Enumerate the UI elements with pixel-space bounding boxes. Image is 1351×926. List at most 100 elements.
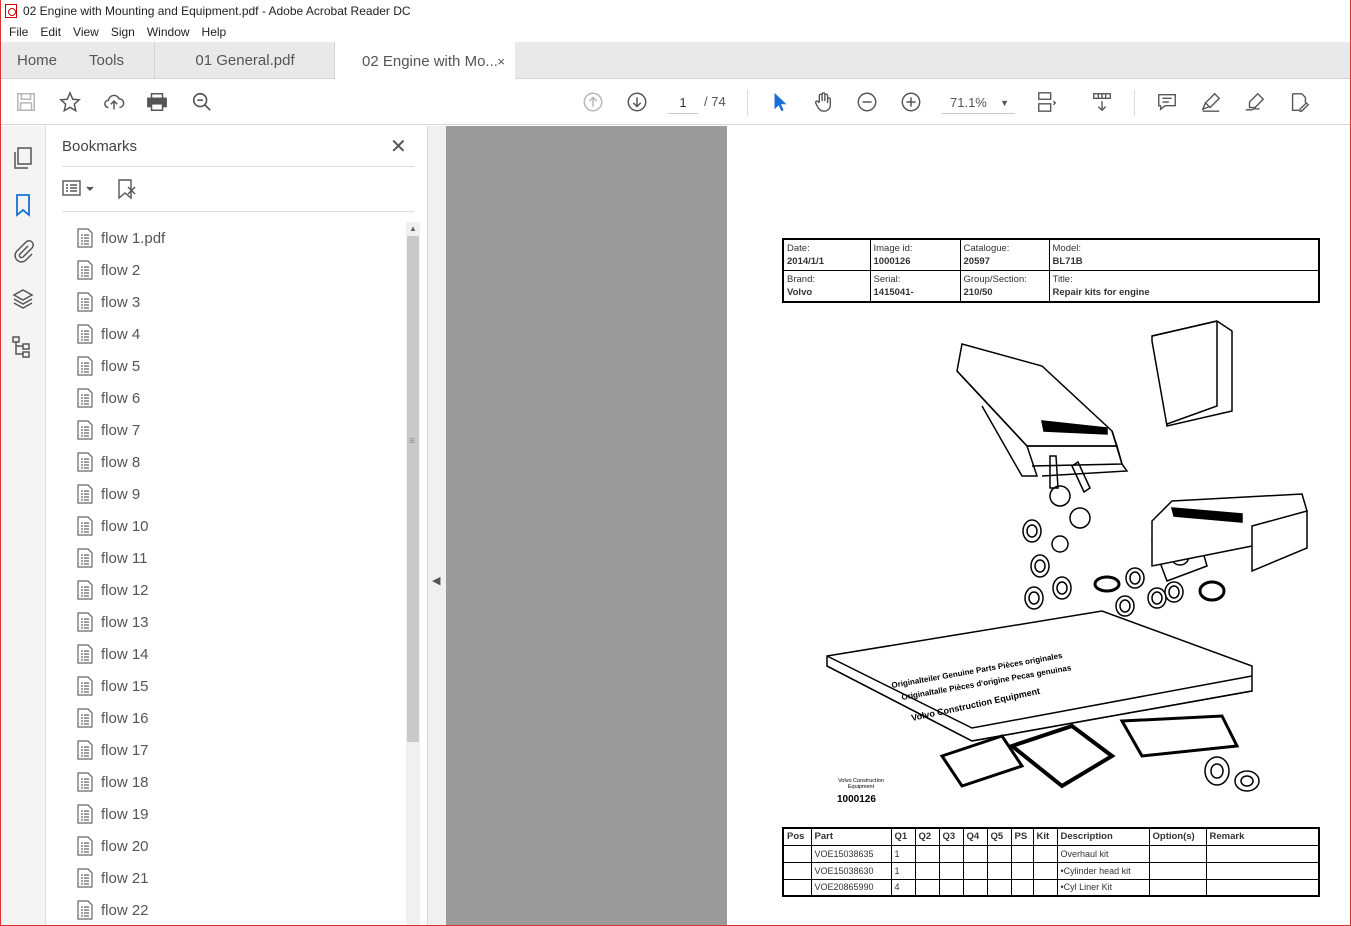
- bookmark-item[interactable]: flow 7: [76, 414, 396, 446]
- tab-document-general[interactable]: 01 General.pdf: [155, 42, 335, 79]
- bookmark-label: flow 4: [101, 325, 141, 343]
- bookmark-icon[interactable]: [11, 193, 35, 217]
- parts-table: Pos Part Q1 Q2 Q3 Q4 Q5 PS Kit Description Option(…: [782, 827, 1320, 897]
- bookmarks-list: flow 1.pdf flow 2 flow 3 flow 4 flow 5 flow 6…: [76, 222, 396, 925]
- parts-cell-empty: [962, 878, 988, 897]
- group-value: 210/50: [963, 287, 993, 298]
- zoom-in-icon[interactable]: [899, 90, 923, 114]
- page-thumbnails-icon[interactable]: [11, 146, 35, 170]
- divider: [62, 211, 414, 212]
- bookmark-label: flow 6: [101, 389, 141, 407]
- menu-window[interactable]: Window: [141, 25, 196, 39]
- menu-help[interactable]: Help: [196, 25, 233, 39]
- parts-cell-empty: [914, 844, 940, 863]
- parts-cell-desc: •Cyl Liner Kit: [1056, 878, 1150, 897]
- toolbar-divider: [747, 90, 748, 116]
- chevron-left-icon[interactable]: ◀: [432, 574, 440, 587]
- upload-cloud-icon[interactable]: [102, 90, 126, 114]
- parts-column-header: Description: [1056, 827, 1150, 846]
- add-bookmark-icon[interactable]: [116, 178, 138, 200]
- parts-cell-empty: [986, 878, 1012, 897]
- parts-column-header: Kit: [1032, 827, 1058, 846]
- edit-document-icon[interactable]: [1287, 90, 1311, 114]
- menu-sign[interactable]: Sign: [105, 25, 141, 39]
- bookmark-item[interactable]: flow 20: [76, 830, 396, 862]
- comment-icon[interactable]: [1155, 90, 1179, 114]
- parts-column-header: Q4: [962, 827, 988, 846]
- parts-cell-empty: [1032, 878, 1058, 897]
- parts-cell-empty: [962, 844, 988, 863]
- bookmark-page-icon: [77, 612, 93, 632]
- bookmark-item[interactable]: flow 14: [76, 638, 396, 670]
- page-number-input[interactable]: 1: [668, 92, 698, 114]
- bookmark-item[interactable]: flow 1.pdf: [76, 222, 396, 254]
- scroll-mode-icon[interactable]: [1090, 90, 1114, 114]
- page-up-icon[interactable]: [581, 90, 605, 114]
- scroll-up-arrow-icon[interactable]: ▲: [409, 224, 417, 233]
- bookmark-item[interactable]: flow 8: [76, 446, 396, 478]
- bookmarks-scrollbar[interactable]: ▲: [406, 222, 420, 925]
- page-down-icon[interactable]: [625, 90, 649, 114]
- bookmark-item[interactable]: flow 13: [76, 606, 396, 638]
- bookmark-item[interactable]: flow 21: [76, 862, 396, 894]
- bookmark-item[interactable]: flow 11: [76, 542, 396, 574]
- parts-cell-part: VOE20865990: [810, 878, 892, 897]
- bookmark-item[interactable]: flow 3: [76, 286, 396, 318]
- menu-file[interactable]: File: [1, 25, 34, 39]
- bookmark-page-icon: [77, 292, 93, 312]
- bookmark-label: flow 7: [101, 421, 141, 439]
- bookmark-item[interactable]: flow 16: [76, 702, 396, 734]
- bookmarks-toolbar: [62, 176, 138, 202]
- group-label: Group/Section:: [963, 274, 1027, 285]
- zoom-search-icon[interactable]: [190, 90, 214, 114]
- bookmark-page-icon: [77, 484, 93, 504]
- parts-cell-empty: [938, 878, 964, 897]
- menu-view[interactable]: View: [67, 25, 105, 39]
- bookmark-item[interactable]: flow 5: [76, 350, 396, 382]
- resize-grip-icon[interactable]: ≡: [409, 436, 415, 447]
- save-icon[interactable]: [14, 90, 38, 114]
- zoom-level-select[interactable]: 71.1% ▼: [941, 92, 1015, 114]
- zoom-out-icon[interactable]: [855, 90, 879, 114]
- tab-tools[interactable]: Tools: [89, 42, 124, 79]
- bookmark-item[interactable]: flow 18: [76, 766, 396, 798]
- tab-close-icon[interactable]: ×: [497, 54, 505, 69]
- tags-tree-icon[interactable]: [11, 335, 35, 359]
- close-icon[interactable]: ✕: [390, 134, 407, 159]
- fit-page-icon[interactable]: [1035, 90, 1059, 114]
- print-icon[interactable]: [145, 90, 169, 114]
- image-id-value: 1000126: [873, 256, 911, 267]
- page-total: / 74: [704, 94, 726, 109]
- catalogue-header-table: Date: 2014/1/1 Image id: 1000126 Catalogue…: [782, 238, 1320, 303]
- menu-edit[interactable]: Edit: [34, 25, 67, 39]
- layers-icon[interactable]: [11, 287, 35, 311]
- bookmark-item[interactable]: flow 2: [76, 254, 396, 286]
- parts-column-header: Option(s): [1148, 827, 1207, 846]
- bookmark-item[interactable]: flow 19: [76, 798, 396, 830]
- bookmark-item[interactable]: flow 4: [76, 318, 396, 350]
- parts-column-header: PS: [1010, 827, 1034, 846]
- bookmark-item[interactable]: flow 22: [76, 894, 396, 925]
- bookmark-page-icon: [77, 740, 93, 760]
- select-cursor-icon[interactable]: [768, 90, 792, 114]
- divider: [62, 166, 414, 167]
- bookmark-label: flow 17: [101, 741, 149, 759]
- tab-home[interactable]: Home: [17, 42, 57, 79]
- star-icon[interactable]: [58, 90, 82, 114]
- tab-document-engine[interactable]: 02 Engine with Mo... ×: [335, 42, 515, 80]
- scrollbar-thumb[interactable]: [407, 236, 419, 742]
- highlight-pen-icon[interactable]: [1199, 90, 1223, 114]
- attachment-icon[interactable]: [11, 239, 35, 263]
- sign-pen-icon[interactable]: [1243, 90, 1267, 114]
- chevron-down-icon: ▼: [1000, 98, 1009, 108]
- bookmark-item[interactable]: flow 10: [76, 510, 396, 542]
- bookmark-item[interactable]: flow 9: [76, 478, 396, 510]
- bookmark-item[interactable]: flow 15: [76, 670, 396, 702]
- bookmark-item[interactable]: flow 17: [76, 734, 396, 766]
- panel-collapse-handle[interactable]: ◀: [428, 126, 446, 925]
- bookmark-item[interactable]: flow 6: [76, 382, 396, 414]
- hand-tool-icon[interactable]: [811, 90, 835, 114]
- bookmark-item[interactable]: flow 12: [76, 574, 396, 606]
- bookmark-options-icon[interactable]: [62, 178, 96, 200]
- bookmarks-panel: Bookmarks ✕ flow 1.pdf flow 2 flow 3 flow 4…: [46, 126, 428, 925]
